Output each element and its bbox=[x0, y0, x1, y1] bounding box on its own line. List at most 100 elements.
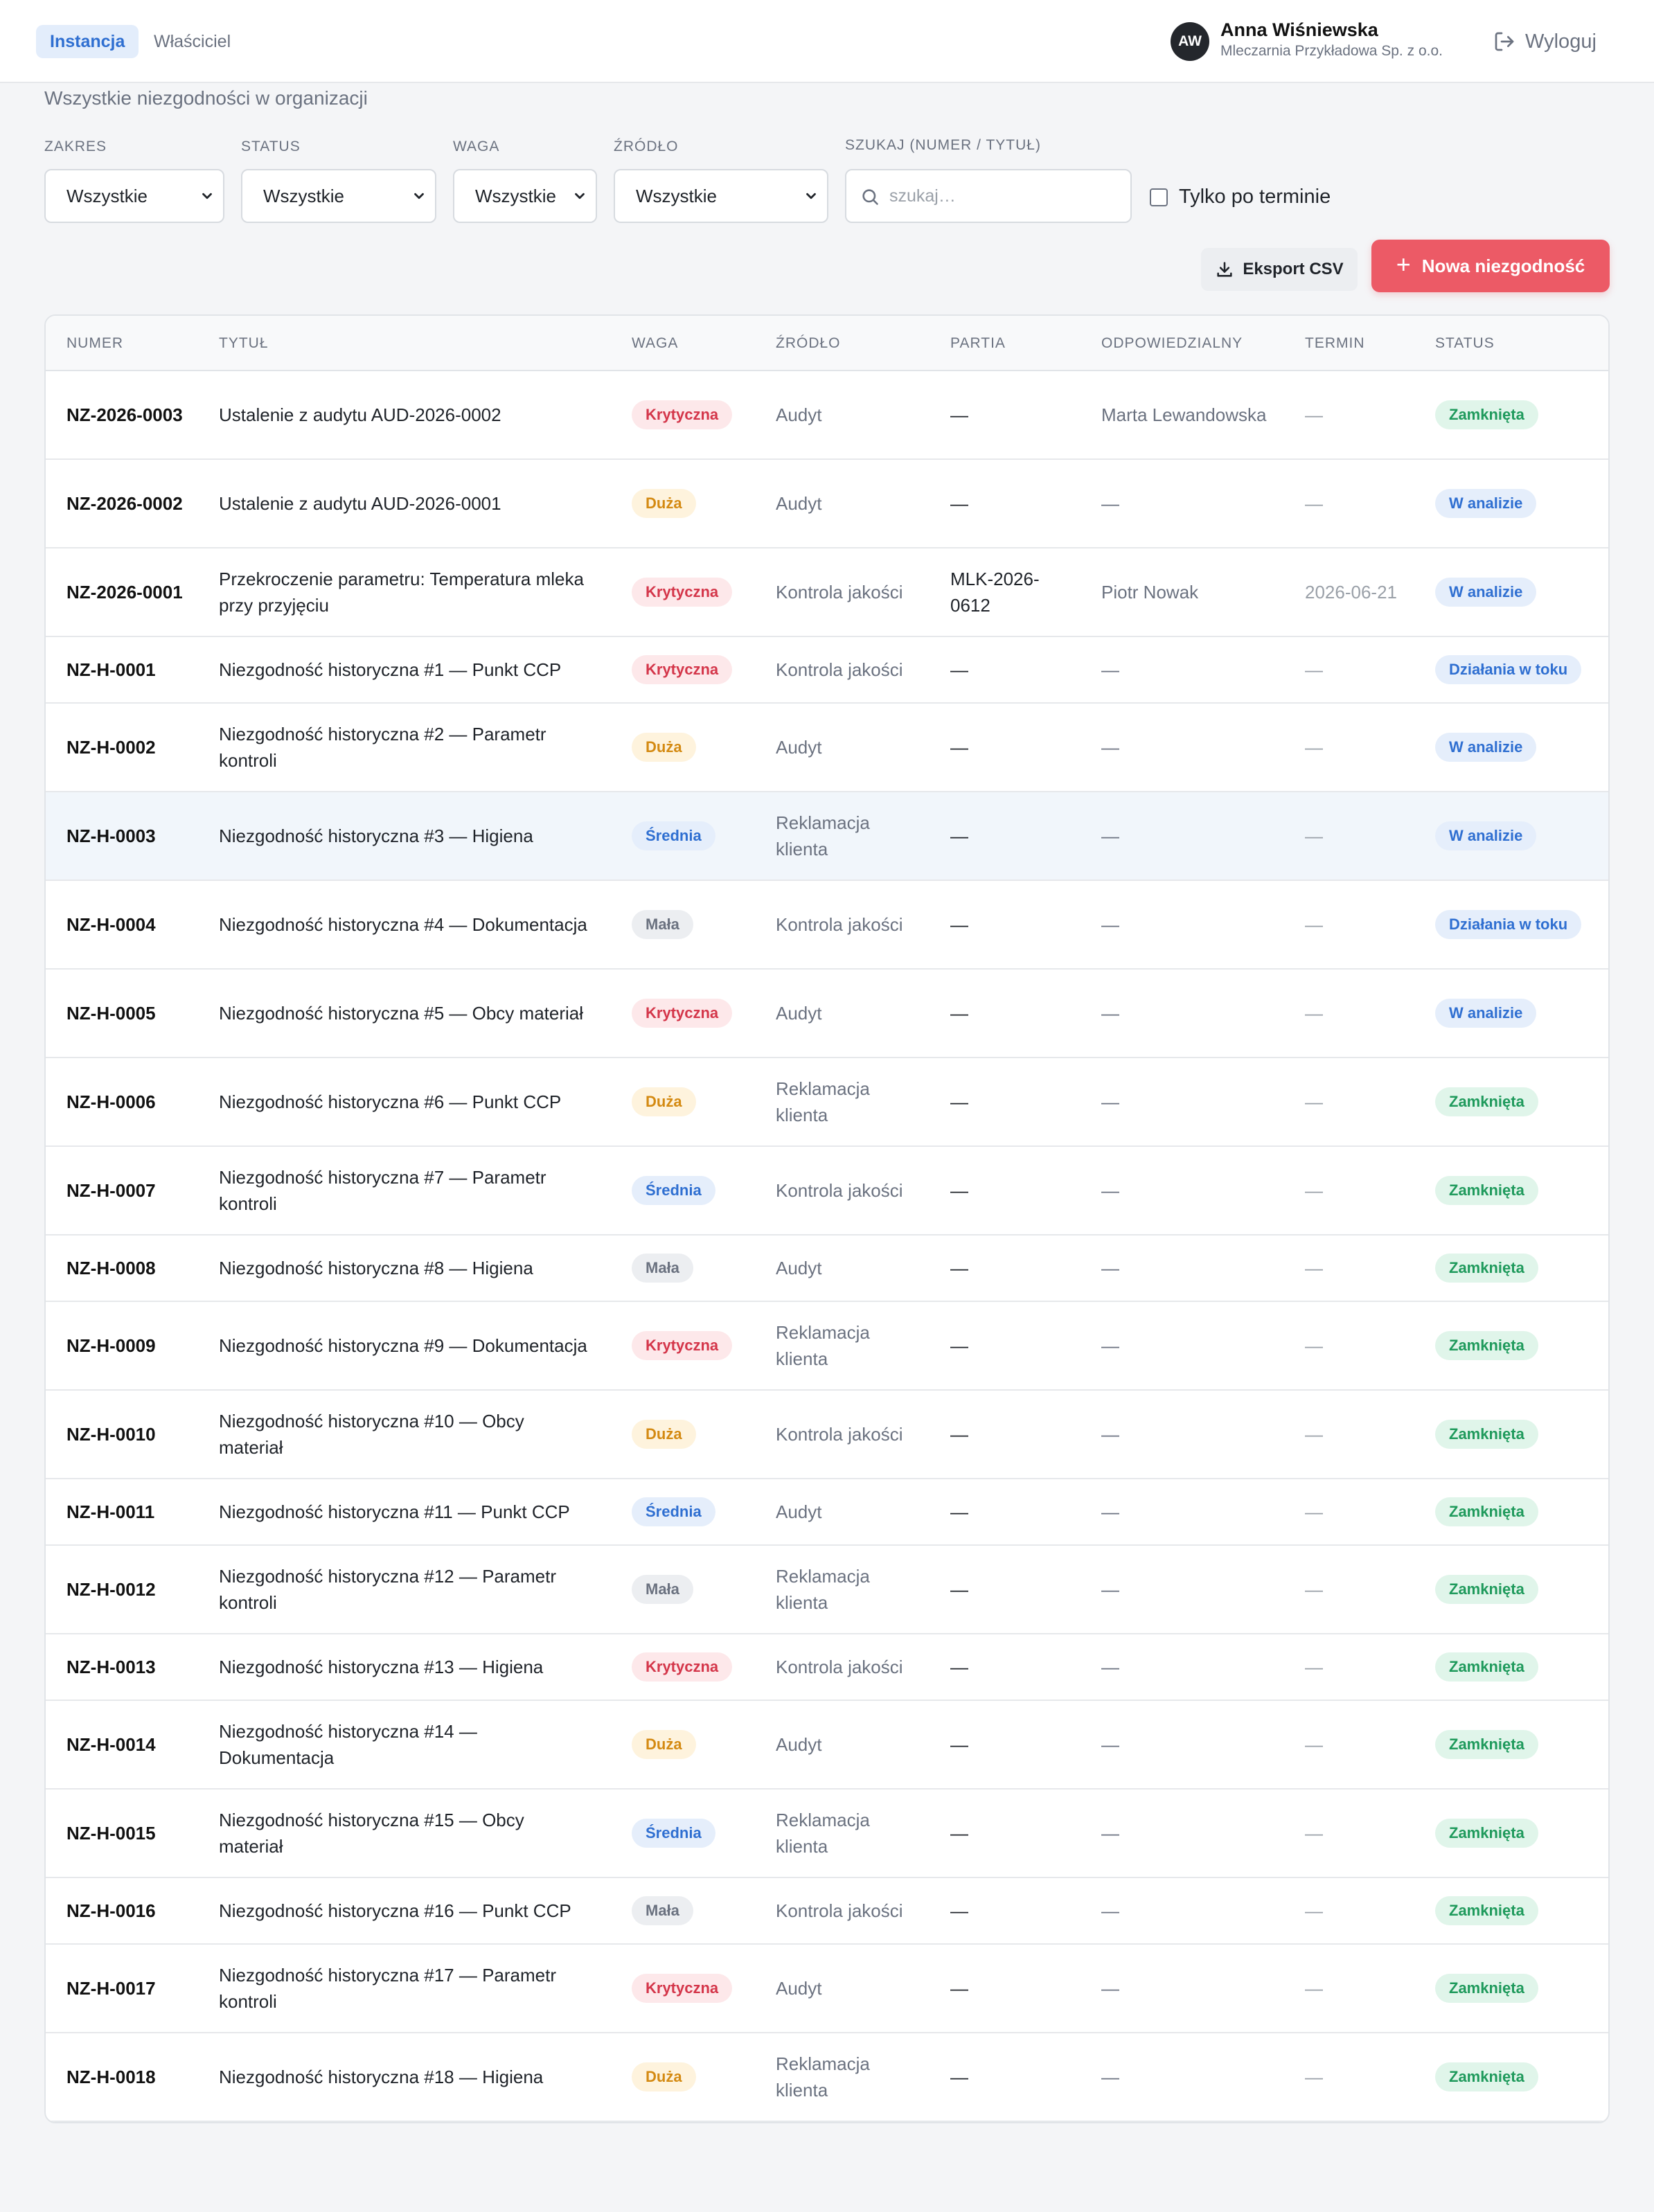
status-badge: W analizie bbox=[1435, 578, 1537, 607]
top-bar: Instancja Właściciel AW Anna Wiśniewska … bbox=[0, 0, 1654, 83]
cell-zrodlo: Audyt bbox=[776, 371, 921, 458]
new-nonconformity-button[interactable]: + Nowa niezgodność bbox=[1371, 240, 1610, 292]
cell-tytul: Niezgodność historyczna #4 — Dokumentacj… bbox=[219, 881, 593, 968]
severity-badge: Duża bbox=[632, 1087, 696, 1116]
table-row[interactable]: NZ-2026-0003 Ustalenie z audytu AUD-2026-… bbox=[46, 371, 1608, 460]
table-row[interactable]: NZ-H-0002 Niezgodność historyczna #2 — Pa… bbox=[46, 704, 1608, 792]
cell-numer-text: NZ-H-0015 bbox=[66, 1823, 156, 1844]
cell-numer-text: NZ-H-0018 bbox=[66, 2067, 156, 2087]
status-badge: Zamknięta bbox=[1435, 2062, 1538, 2091]
status-badge: W analizie bbox=[1435, 999, 1537, 1028]
cell-odpowiedzialny-text: — bbox=[1101, 493, 1119, 514]
table-row[interactable]: NZ-2026-0001 Przekroczenie parametru: Tem… bbox=[46, 548, 1608, 637]
select-zakres[interactable]: Wszystkie bbox=[44, 169, 224, 223]
overdue-checkbox-label[interactable]: Tylko po terminie bbox=[1179, 186, 1331, 208]
cell-zrodlo-text: Audyt bbox=[776, 404, 822, 425]
cell-zrodlo-text: Audyt bbox=[776, 1501, 822, 1522]
cell-zrodlo: Reklamacja klienta bbox=[776, 792, 921, 880]
search-input[interactable] bbox=[889, 180, 1118, 212]
cell-tytul-text: Niezgodność historyczna #8 — Higiena bbox=[219, 1258, 533, 1278]
column-header-partia[interactable]: PARTIA bbox=[950, 335, 1006, 352]
severity-badge: Krytyczna bbox=[632, 578, 733, 607]
cell-status: Zamknięta bbox=[1435, 1634, 1538, 1700]
table-row[interactable]: NZ-H-0012 Niezgodność historyczna #12 — P… bbox=[46, 1546, 1608, 1634]
overdue-checkbox[interactable] bbox=[1150, 188, 1168, 206]
cell-waga: Duża bbox=[632, 460, 696, 547]
cell-status: Zamknięta bbox=[1435, 2033, 1538, 2121]
column-header-zrodlo[interactable]: ŹRÓDŁO bbox=[776, 335, 841, 352]
table-row[interactable]: NZ-H-0014 Niezgodność historyczna #14 — D… bbox=[46, 1701, 1608, 1790]
cell-odpowiedzialny-text: — bbox=[1101, 826, 1119, 846]
cell-termin-text: — bbox=[1305, 1424, 1323, 1445]
cell-zrodlo-text: Kontrola jakości bbox=[776, 1424, 903, 1445]
table-row[interactable]: NZ-H-0013 Niezgodność historyczna #13 — H… bbox=[46, 1634, 1608, 1701]
cell-status: W analizie bbox=[1435, 704, 1537, 791]
tab-instancja[interactable]: Instancja bbox=[36, 25, 139, 58]
table-row[interactable]: NZ-H-0017 Niezgodność historyczna #17 — P… bbox=[46, 1945, 1608, 2033]
cell-partia: — bbox=[950, 1147, 1068, 1234]
table-row[interactable]: NZ-H-0006 Niezgodność historyczna #6 — Pu… bbox=[46, 1058, 1608, 1147]
cell-partia-text: — bbox=[950, 1424, 968, 1445]
table-row[interactable]: NZ-H-0009 Niezgodność historyczna #9 — Do… bbox=[46, 1302, 1608, 1391]
column-header-termin[interactable]: TERMIN bbox=[1305, 335, 1365, 352]
logout-button[interactable]: Wyloguj bbox=[1493, 26, 1597, 57]
plus-icon: + bbox=[1396, 250, 1411, 278]
cell-zrodlo: Reklamacja klienta bbox=[776, 1058, 921, 1145]
cell-termin: — bbox=[1305, 1701, 1416, 1788]
table-row[interactable]: NZ-H-0007 Niezgodność historyczna #7 — Pa… bbox=[46, 1147, 1608, 1236]
select-waga[interactable]: Wszystkie bbox=[453, 169, 597, 223]
column-header-status[interactable]: STATUS bbox=[1435, 335, 1495, 352]
table-row[interactable]: NZ-H-0011 Niezgodność historyczna #11 — P… bbox=[46, 1479, 1608, 1546]
select-zrodlo[interactable]: Wszystkie bbox=[614, 169, 828, 223]
table-row[interactable]: NZ-H-0018 Niezgodność historyczna #18 — H… bbox=[46, 2033, 1608, 2122]
search-box bbox=[845, 169, 1132, 223]
tab-wlasciciel[interactable]: Właściciel bbox=[140, 25, 244, 58]
table-row[interactable]: NZ-H-0015 Niezgodność historyczna #15 — O… bbox=[46, 1790, 1608, 1878]
column-header-waga[interactable]: WAGA bbox=[632, 335, 678, 352]
cell-tytul-text: Niezgodność historyczna #10 — Obcy mater… bbox=[219, 1411, 524, 1458]
cell-tytul: Niezgodność historyczna #2 — Parametr ko… bbox=[219, 704, 593, 791]
cell-termin: — bbox=[1305, 1147, 1416, 1234]
cell-termin: — bbox=[1305, 704, 1416, 791]
status-badge: Zamknięta bbox=[1435, 1896, 1538, 1925]
cell-odpowiedzialny-text: — bbox=[1101, 1424, 1119, 1445]
cell-termin-text: — bbox=[1305, 1091, 1323, 1112]
cell-zrodlo: Audyt bbox=[776, 1701, 921, 1788]
table-row[interactable]: NZ-H-0010 Niezgodność historyczna #10 — O… bbox=[46, 1391, 1608, 1479]
export-csv-button[interactable]: Eksport CSV bbox=[1201, 248, 1358, 291]
cell-tytul: Niezgodność historyczna #3 — Higiena bbox=[219, 792, 593, 880]
cell-odpowiedzialny: — bbox=[1101, 1701, 1268, 1788]
cell-tytul-text: Niezgodność historyczna #6 — Punkt CCP bbox=[219, 1091, 562, 1112]
table-row[interactable]: NZ-H-0016 Niezgodność historyczna #16 — P… bbox=[46, 1878, 1608, 1945]
cell-partia: — bbox=[950, 792, 1068, 880]
column-header-odpowiedzialny[interactable]: ODPOWIEDZIALNY bbox=[1101, 335, 1243, 352]
cell-numer: NZ-H-0005 bbox=[66, 970, 184, 1057]
severity-badge: Krytyczna bbox=[632, 655, 733, 684]
severity-badge: Duża bbox=[632, 2062, 696, 2091]
column-header-tytul[interactable]: TYTUŁ bbox=[219, 335, 269, 352]
cell-numer: NZ-2026-0003 bbox=[66, 371, 184, 458]
cell-partia: — bbox=[950, 1945, 1068, 2032]
status-badge: Zamknięta bbox=[1435, 1575, 1538, 1604]
severity-badge: Średnia bbox=[632, 1819, 715, 1848]
cell-odpowiedzialny: — bbox=[1101, 792, 1268, 880]
cell-odpowiedzialny-text: — bbox=[1101, 659, 1119, 680]
cell-numer: NZ-H-0018 bbox=[66, 2033, 184, 2121]
table-row[interactable]: NZ-H-0003 Niezgodność historyczna #3 — Hi… bbox=[46, 792, 1608, 881]
table-row[interactable]: NZ-H-0001 Niezgodność historyczna #1 — Pu… bbox=[46, 637, 1608, 704]
cell-zrodlo: Reklamacja klienta bbox=[776, 2033, 921, 2121]
table-row[interactable]: NZ-H-0004 Niezgodność historyczna #4 — Do… bbox=[46, 881, 1608, 970]
table-row[interactable]: NZ-2026-0002 Ustalenie z audytu AUD-2026-… bbox=[46, 460, 1608, 548]
table-row[interactable]: NZ-H-0005 Niezgodność historyczna #5 — Ob… bbox=[46, 970, 1608, 1058]
filter-label-zrodlo: ŹRÓDŁO bbox=[614, 139, 679, 154]
cell-termin-text: — bbox=[1305, 493, 1323, 514]
cell-tytul-text: Niezgodność historyczna #15 — Obcy mater… bbox=[219, 1810, 524, 1857]
cell-numer-text: NZ-H-0008 bbox=[66, 1258, 156, 1278]
cell-waga: Duża bbox=[632, 1058, 696, 1145]
table-row[interactable]: NZ-H-0008 Niezgodność historyczna #8 — Hi… bbox=[46, 1236, 1608, 1302]
user-organization: Mleczarnia Przykładowa Sp. z o.o. bbox=[1220, 43, 1443, 59]
cell-numer: NZ-2026-0001 bbox=[66, 548, 184, 636]
column-header-numer[interactable]: NUMER bbox=[66, 335, 123, 352]
select-status[interactable]: Wszystkie bbox=[241, 169, 436, 223]
cell-numer: NZ-H-0002 bbox=[66, 704, 184, 791]
